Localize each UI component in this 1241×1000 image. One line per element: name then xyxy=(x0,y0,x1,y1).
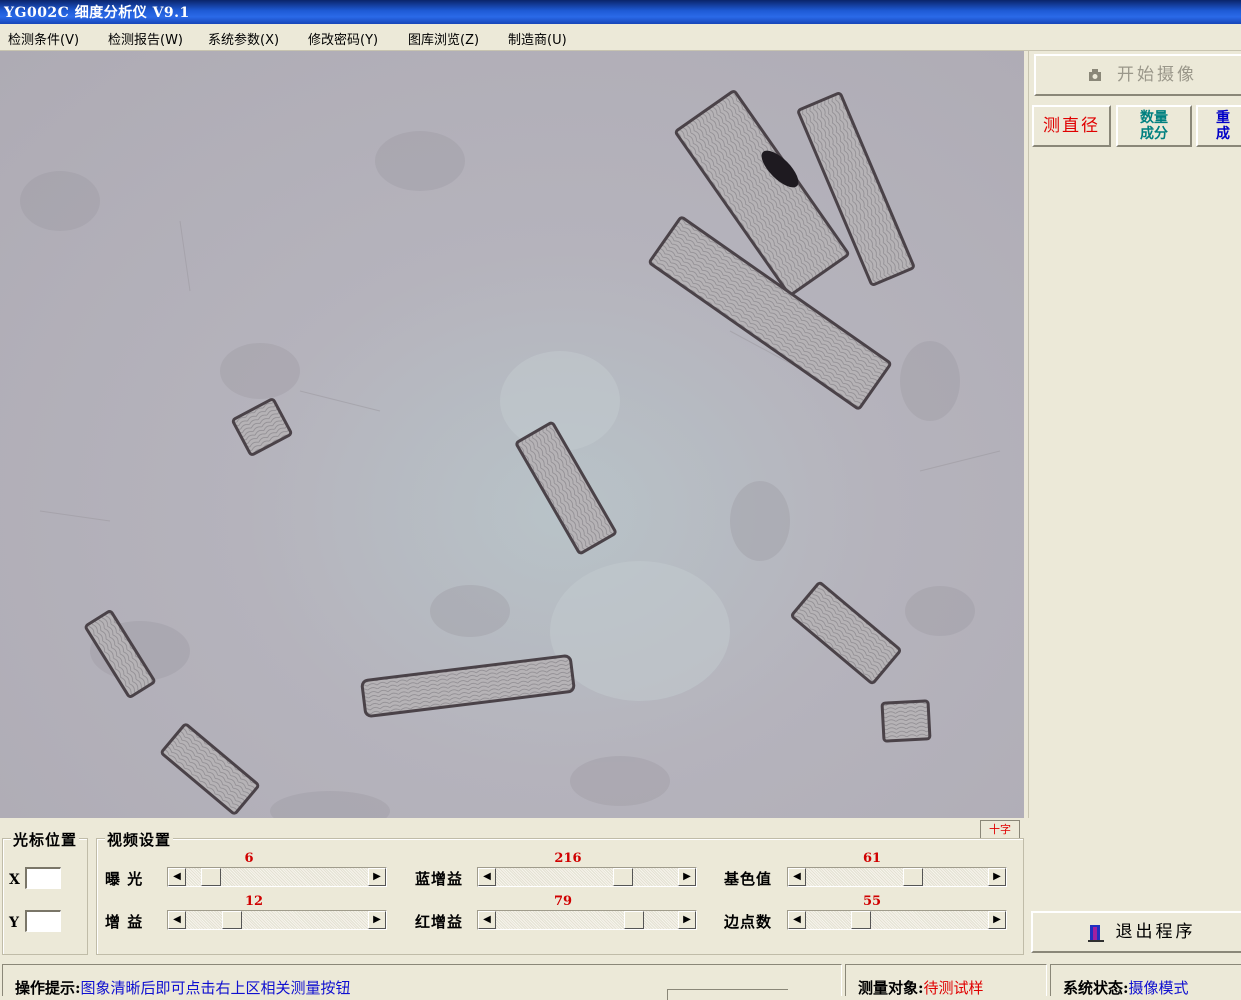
exit-door-icon xyxy=(1088,925,1104,942)
base-color-label: 基色值 xyxy=(724,870,773,888)
gain-value: 12 xyxy=(244,894,264,909)
blue-gain-slider[interactable]: ◀ ▶ xyxy=(477,867,697,887)
start-capture-label: 开始摄像 xyxy=(1117,65,1197,85)
video-settings-group: 视频设置 曝 光 6 ◀ ▶ 蓝增益 216 ◀ ▶ 基色值 61 ◀ ▶ 增 … xyxy=(96,829,1024,955)
cursor-position-group: 光标位置 X Y xyxy=(2,829,88,955)
menu-test-conditions[interactable]: 检测条件(V) xyxy=(8,29,79,48)
status-mini-box xyxy=(667,989,788,1000)
y-coordinate-field[interactable] xyxy=(25,910,61,932)
count-components-label-1: 数量 xyxy=(1140,110,1168,126)
red-gain-slider[interactable]: ◀ ▶ xyxy=(477,910,697,930)
right-arrow-icon[interactable]: ▶ xyxy=(678,911,696,929)
operation-hint-label: 操作提示: xyxy=(15,979,81,997)
left-arrow-icon[interactable]: ◀ xyxy=(478,868,496,886)
right-bottom-panel: 退出程序 xyxy=(1028,818,1241,962)
measure-diameter-label: 测直径 xyxy=(1043,116,1100,136)
crosshair-toggle-button[interactable]: 十字 xyxy=(980,820,1020,839)
red-gain-value: 79 xyxy=(553,894,573,909)
right-arrow-icon[interactable]: ▶ xyxy=(368,911,386,929)
reset-components-label-1: 重 xyxy=(1216,110,1230,126)
microscope-video-view[interactable] xyxy=(0,51,1024,818)
right-arrow-icon[interactable]: ▶ xyxy=(678,868,696,886)
blue-gain-label: 蓝增益 xyxy=(415,870,464,888)
measure-target-panel: 测量对象:待测试样 xyxy=(845,964,1047,997)
menu-manufacturer[interactable]: 制造商(U) xyxy=(508,29,567,48)
camera-icon xyxy=(1089,69,1101,81)
menu-bar: 检测条件(V) 检测报告(W) 系统参数(X) 修改密码(Y) 图库浏览(Z) … xyxy=(0,24,1241,51)
gain-label: 增 益 xyxy=(105,913,144,931)
measure-target-value: 待测试样 xyxy=(923,979,984,997)
base-color-value: 61 xyxy=(862,851,882,866)
edge-points-value: 55 xyxy=(862,894,882,909)
base-color-slider-thumb[interactable] xyxy=(903,868,923,886)
exposure-value: 6 xyxy=(244,851,254,866)
exposure-slider[interactable]: ◀ ▶ xyxy=(167,867,387,887)
measure-diameter-button[interactable]: 测直径 xyxy=(1032,105,1111,147)
fiber-sample-image xyxy=(20,90,1001,818)
system-state-panel: 系统状态:摄像模式 xyxy=(1050,964,1241,997)
exposure-label: 曝 光 xyxy=(105,870,144,888)
left-arrow-icon[interactable]: ◀ xyxy=(788,911,806,929)
x-coordinate-label: X xyxy=(9,872,20,888)
right-control-panel: 开始摄像 测直径 数量 成分 重 成 xyxy=(1028,51,1241,818)
exposure-slider-thumb[interactable] xyxy=(201,868,221,886)
cursor-position-title: 光标位置 xyxy=(11,829,80,850)
left-arrow-icon[interactable]: ◀ xyxy=(788,868,806,886)
x-coordinate-field[interactable] xyxy=(25,867,61,889)
left-arrow-icon[interactable]: ◀ xyxy=(168,868,186,886)
operation-hint-panel: 操作提示:图象清晰后即可点击右上区相关测量按钮 xyxy=(2,964,842,1000)
window-title: YG002C 细度分析仪 V9.1 xyxy=(4,5,190,21)
exit-program-label: 退出程序 xyxy=(1115,922,1196,942)
system-state-label: 系统状态: xyxy=(1063,979,1129,997)
edge-points-slider[interactable]: ◀ ▶ xyxy=(787,910,1007,930)
right-arrow-icon[interactable]: ▶ xyxy=(368,868,386,886)
base-color-slider[interactable]: ◀ ▶ xyxy=(787,867,1007,887)
menu-test-report[interactable]: 检测报告(W) xyxy=(108,29,183,48)
left-arrow-icon[interactable]: ◀ xyxy=(478,911,496,929)
count-components-button[interactable]: 数量 成分 xyxy=(1116,105,1192,147)
right-arrow-icon[interactable]: ▶ xyxy=(988,911,1006,929)
gain-slider-thumb[interactable] xyxy=(222,911,242,929)
menu-change-password[interactable]: 修改密码(Y) xyxy=(308,29,378,48)
measure-target-label: 测量对象: xyxy=(858,979,924,997)
reset-components-label-2: 成 xyxy=(1216,126,1230,142)
menu-system-params[interactable]: 系统参数(X) xyxy=(208,29,279,48)
menu-image-library[interactable]: 图库浏览(Z) xyxy=(408,29,479,48)
y-coordinate-label: Y xyxy=(9,915,19,931)
exit-program-button[interactable]: 退出程序 xyxy=(1031,911,1241,953)
right-arrow-icon[interactable]: ▶ xyxy=(988,868,1006,886)
title-bar: YG002C 细度分析仪 V9.1 xyxy=(0,0,1241,24)
gain-slider[interactable]: ◀ ▶ xyxy=(167,910,387,930)
red-gain-slider-thumb[interactable] xyxy=(624,911,644,929)
start-capture-button[interactable]: 开始摄像 xyxy=(1034,54,1241,96)
video-settings-title: 视频设置 xyxy=(105,829,174,850)
red-gain-label: 红增益 xyxy=(415,913,464,931)
operation-hint-text: 图象清晰后即可点击右上区相关测量按钮 xyxy=(80,979,351,997)
count-components-label-2: 成分 xyxy=(1140,126,1168,142)
blue-gain-slider-thumb[interactable] xyxy=(613,868,633,886)
system-state-value: 摄像模式 xyxy=(1128,979,1189,997)
edge-points-slider-thumb[interactable] xyxy=(851,911,871,929)
blue-gain-value: 216 xyxy=(554,851,582,866)
status-bar: 操作提示:图象清晰后即可点击右上区相关测量按钮 测量对象:待测试样 系统状态:摄… xyxy=(0,962,1241,1000)
left-arrow-icon[interactable]: ◀ xyxy=(168,911,186,929)
edge-points-label: 边点数 xyxy=(724,913,773,931)
reset-components-button[interactable]: 重 成 xyxy=(1196,105,1241,147)
